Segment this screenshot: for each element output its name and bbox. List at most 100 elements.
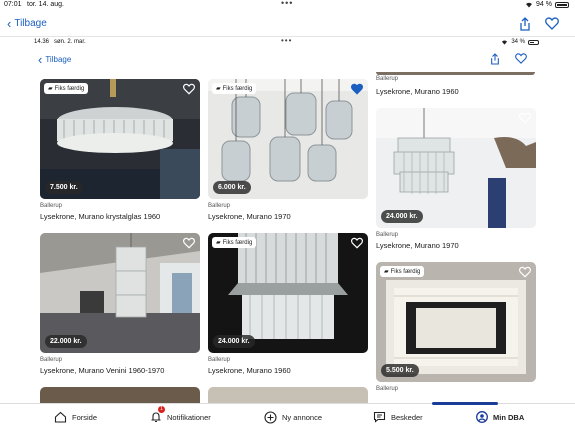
battery-icon	[555, 1, 569, 8]
listing-image[interactable]: ▰ Fiks færdig 5.500 kr.	[376, 262, 536, 382]
listing-title[interactable]: Lysekrone, Murano 1960	[376, 87, 459, 96]
listing-card[interactable]	[40, 387, 200, 403]
tab-beskeder[interactable]: Beskeder	[373, 411, 423, 423]
tab-label: Notifikationer	[167, 412, 211, 422]
tab-label: Min DBA	[493, 412, 525, 422]
favorite-heart-icon[interactable]	[351, 237, 363, 249]
plus-circle-icon	[264, 411, 277, 424]
fiks-faerdig-badge: ▰ Fiks færdig	[212, 237, 257, 248]
listing-location: Ballerup	[40, 203, 63, 209]
price-tag: 24.000 kr.	[381, 210, 423, 223]
truck-icon: ▰	[216, 240, 221, 246]
device-status-bar: 07:01 tor. 14. aug. ••• 94 %	[0, 0, 575, 11]
notification-count-badge: 1	[158, 406, 165, 413]
listing-grid: Ballerup Lysekrone, Murano 1960 ▰ Fiks fæ…	[0, 72, 575, 403]
badge-label: Fiks færdig	[390, 268, 421, 275]
favorite-heart-icon[interactable]	[183, 237, 195, 249]
favorite-heart-filled-icon[interactable]	[351, 83, 363, 95]
partial-listing-image[interactable]	[376, 72, 535, 75]
inner-heart-icon[interactable]	[515, 53, 527, 64]
back-label: Tilbage	[14, 18, 47, 29]
tab-label: Beskeder	[391, 412, 423, 422]
listing-location: Ballerup	[208, 357, 231, 363]
status-right: 94 %	[525, 1, 569, 8]
chevron-left-icon: ‹	[7, 16, 12, 31]
outer-navigation-bar: ‹ Tilbage	[0, 11, 575, 37]
inner-navigation-bar: ‹ Tilbage	[0, 48, 575, 72]
multitask-dots-icon[interactable]: •••	[281, 0, 293, 8]
listing-image[interactable]: 22.000 kr.	[40, 233, 200, 353]
listing-card[interactable]: 24.000 kr. Ballerup Lysekrone, Murano 19…	[376, 108, 536, 250]
truck-icon: ▰	[216, 86, 221, 92]
heart-icon[interactable]	[545, 17, 559, 30]
profile-icon	[476, 411, 488, 423]
inner-multitask-dots-icon: •••	[281, 36, 293, 45]
inner-battery-percent: 34 %	[511, 39, 525, 45]
favorite-heart-icon[interactable]	[519, 266, 531, 278]
listing-title[interactable]: Lysekrone, Murano Venini 1960-1970	[40, 366, 200, 375]
listing-title[interactable]: Lysekrone, Murano 1960	[208, 366, 368, 375]
listing-image[interactable]: ▰ Fiks færdig 7.500 kr.	[40, 79, 200, 199]
home-icon	[54, 411, 67, 423]
inner-battery-icon	[528, 39, 539, 45]
tab-ny-annonce[interactable]: Ny annonce	[264, 411, 322, 424]
price-tag: 22.000 kr.	[45, 335, 87, 348]
price-tag: 7.500 kr.	[45, 181, 83, 194]
tab-forside[interactable]: Forside	[54, 411, 97, 423]
listing-location: Ballerup	[376, 386, 399, 392]
inner-status-right: 34 %	[501, 39, 539, 45]
listing-title[interactable]: Lysekrone, Murano krystalglas 1960	[40, 212, 200, 221]
outer-nav-actions	[519, 17, 559, 31]
listing-image[interactable]	[40, 387, 200, 403]
back-button[interactable]: ‹ Tilbage	[7, 17, 47, 30]
inner-wifi-icon	[502, 40, 508, 45]
status-time: 07:01	[4, 1, 22, 8]
bottom-tab-bar: Forside 1 Notifikationer Ny annonce Besk…	[0, 402, 575, 431]
listing-card[interactable]: ▰ Fiks færdig 6.000 kr. Ballerup Lysekron…	[208, 79, 368, 221]
fiks-faerdig-badge: ▰ Fiks færdig	[44, 83, 89, 94]
fiks-faerdig-badge: ▰ Fiks færdig	[212, 83, 257, 94]
listing-card[interactable]: ▰ Fiks færdig 24.000 kr. Ballerup Lysekro…	[208, 233, 368, 375]
listing-location: Ballerup	[376, 76, 399, 82]
bell-icon-wrap: 1	[150, 406, 165, 423]
wifi-icon	[526, 2, 533, 8]
listing-location: Ballerup	[40, 357, 63, 363]
inner-chevron-left-icon: ‹	[38, 52, 43, 67]
listing-card[interactable]: 22.000 kr. Ballerup Lysekrone, Murano Ve…	[40, 233, 200, 375]
favorite-heart-icon[interactable]	[519, 112, 531, 124]
listing-location: Ballerup	[208, 203, 231, 209]
favorite-heart-icon[interactable]	[183, 83, 195, 95]
tab-label: Forside	[72, 412, 98, 422]
listing-title[interactable]: Lysekrone, Murano 1970	[376, 241, 536, 250]
listing-image[interactable]: ▰ Fiks færdig 24.000 kr.	[208, 233, 368, 353]
fiks-faerdig-badge: ▰ Fiks færdig	[380, 266, 425, 277]
listing-card[interactable]	[208, 387, 368, 403]
listing-card[interactable]: ▰ Fiks færdig 7.500 kr. Ballerup Lysekron…	[40, 79, 200, 221]
inner-status-time: 14.36	[34, 39, 50, 45]
listing-image[interactable]: ▰ Fiks færdig 6.000 kr.	[208, 79, 368, 199]
badge-label: Fiks færdig	[222, 239, 253, 246]
inner-status-bar: 14.36 søn. 2. mar. ••• 34 %	[0, 36, 575, 48]
inner-share-icon[interactable]	[490, 53, 500, 65]
tab-notifikationer[interactable]: 1 Notifikationer	[150, 406, 211, 423]
inner-back-button[interactable]: ‹ Tilbage	[38, 53, 71, 66]
tab-min-dba[interactable]: Min DBA	[476, 411, 524, 423]
inner-status-date: søn. 2. mar.	[54, 39, 86, 45]
share-icon[interactable]	[519, 17, 531, 31]
inner-nav-actions	[490, 53, 527, 65]
listing-image[interactable]	[208, 387, 368, 403]
truck-icon: ▰	[384, 269, 389, 275]
price-tag: 5.500 kr.	[381, 364, 419, 377]
truck-icon: ▰	[48, 86, 53, 92]
price-tag: 24.000 kr.	[213, 335, 255, 348]
listing-location: Ballerup	[376, 232, 399, 238]
badge-label: Fiks færdig	[54, 85, 85, 92]
listing-card[interactable]: ▰ Fiks færdig 5.500 kr. Ballerup	[376, 262, 536, 392]
chat-icon	[373, 411, 386, 423]
listing-image[interactable]: 24.000 kr.	[376, 108, 536, 228]
listing-title[interactable]: Lysekrone, Murano 1970	[208, 212, 368, 221]
price-tag: 6.000 kr.	[213, 181, 251, 194]
tab-label: Ny annonce	[282, 413, 323, 422]
badge-label: Fiks færdig	[222, 85, 253, 92]
inner-back-label: Tilbage	[45, 55, 72, 64]
